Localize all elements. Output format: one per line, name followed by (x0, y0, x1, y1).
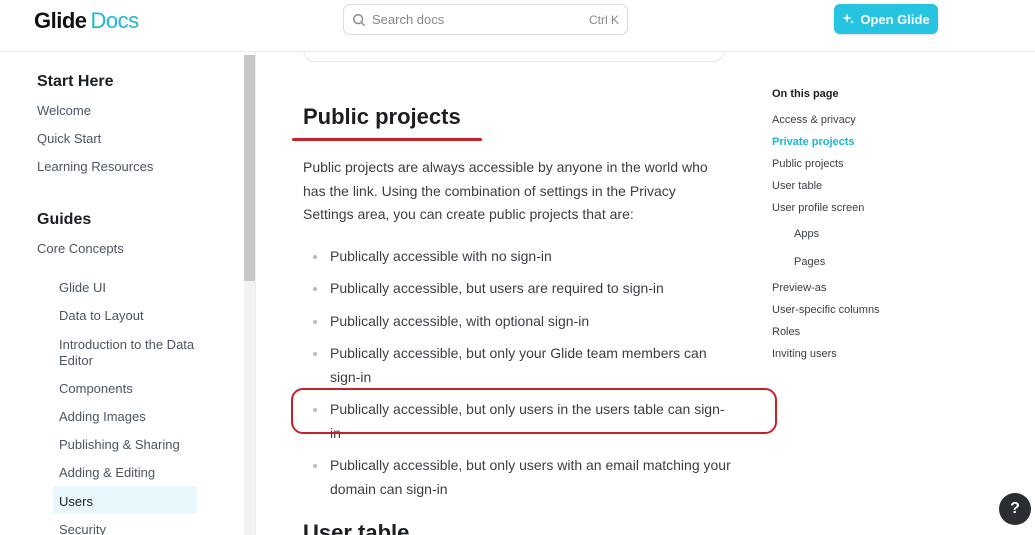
list-item: Publically accessible, but only your Gli… (303, 342, 733, 389)
sidebar-item-users[interactable]: Users (59, 494, 209, 510)
top-header: GlideDocs Ctrl K Open Glide (0, 0, 1035, 52)
red-highlight-annotation (291, 388, 777, 434)
logo-brand: Glide (34, 8, 87, 33)
toc-item-inviting-users[interactable]: Inviting users (772, 348, 837, 360)
sidebar-item-publishing-sharing[interactable]: Publishing & Sharing (59, 437, 209, 453)
toc-item-public-projects[interactable]: Public projects (772, 158, 844, 170)
sidebar-item-glide-ui[interactable]: Glide UI (59, 280, 209, 296)
search-input[interactable] (372, 12, 589, 27)
list-item: Publically accessible with no sign-in (303, 245, 733, 269)
main-content: Public projects Public projects are alwa… (257, 32, 757, 535)
sidebar-item-quick-start[interactable]: Quick Start (37, 131, 101, 146)
sidebar-item-components[interactable]: Components (59, 381, 209, 397)
glide-docs-logo[interactable]: Glide Docs (34, 8, 139, 34)
toc-item-access-privacy[interactable]: Access & privacy (772, 114, 856, 126)
search-shortcut: Ctrl K (589, 12, 619, 27)
toc-item-preview-as[interactable]: Preview-as (772, 282, 826, 294)
logo-product: Docs (90, 8, 140, 33)
sidebar-item-welcome[interactable]: Welcome (37, 103, 91, 118)
sidebar-item-data-to-layout[interactable]: Data to Layout (59, 308, 209, 324)
sidebar-item-learning-resources[interactable]: Learning Resources (37, 159, 153, 174)
list-item: Publically accessible, but only users wi… (303, 454, 733, 501)
sidebar-item-adding-images[interactable]: Adding Images (59, 409, 209, 425)
list-item: Publically accessible, but users are req… (303, 277, 733, 301)
toc-item-user-profile-screen[interactable]: User profile screen (772, 202, 864, 214)
sparkle-icon (842, 13, 855, 24)
sidebar-scrollbar[interactable] (244, 55, 255, 535)
toc-item-user-table[interactable]: User table (772, 180, 822, 192)
sidebar-item-intro-data-editor[interactable]: Introduction to the Data Editor (59, 337, 209, 369)
search-icon (353, 13, 366, 26)
search-box[interactable]: Ctrl K (343, 4, 628, 35)
sidebar-heading-start-here: Start Here (37, 73, 114, 90)
help-button[interactable]: ? (999, 493, 1031, 525)
sidebar-scrollbar-thumb[interactable] (244, 55, 255, 281)
red-underline-annotation (292, 138, 482, 141)
section-heading-public-projects: Public projects (303, 104, 461, 129)
sidebar-item-core-concepts[interactable]: Core Concepts (37, 241, 124, 256)
public-project-options-list: Publically accessible with no sign-in Pu… (303, 245, 733, 501)
section-paragraph: Public projects are always accessible by… (303, 159, 708, 223)
toc-title: On this page (772, 88, 839, 100)
toc-item-pages[interactable]: Pages (794, 256, 825, 268)
toc-item-private-projects[interactable]: Private projects (772, 136, 855, 148)
sidebar-item-adding-editing[interactable]: Adding & Editing (59, 465, 209, 481)
toc-item-apps[interactable]: Apps (794, 228, 819, 240)
left-sidebar: Start Here Welcome Quick Start Learning … (0, 52, 256, 535)
sidebar-item-security[interactable]: Security (59, 522, 209, 535)
section-heading-user-table: User table (303, 520, 410, 535)
sidebar-heading-guides: Guides (37, 211, 92, 228)
toc-item-roles[interactable]: Roles (772, 326, 800, 338)
list-item: Publically accessible, with optional sig… (303, 310, 733, 334)
open-glide-label: Open Glide (860, 11, 930, 27)
open-glide-button[interactable]: Open Glide (834, 4, 938, 34)
toc-item-user-specific-columns[interactable]: User-specific columns (772, 304, 880, 316)
